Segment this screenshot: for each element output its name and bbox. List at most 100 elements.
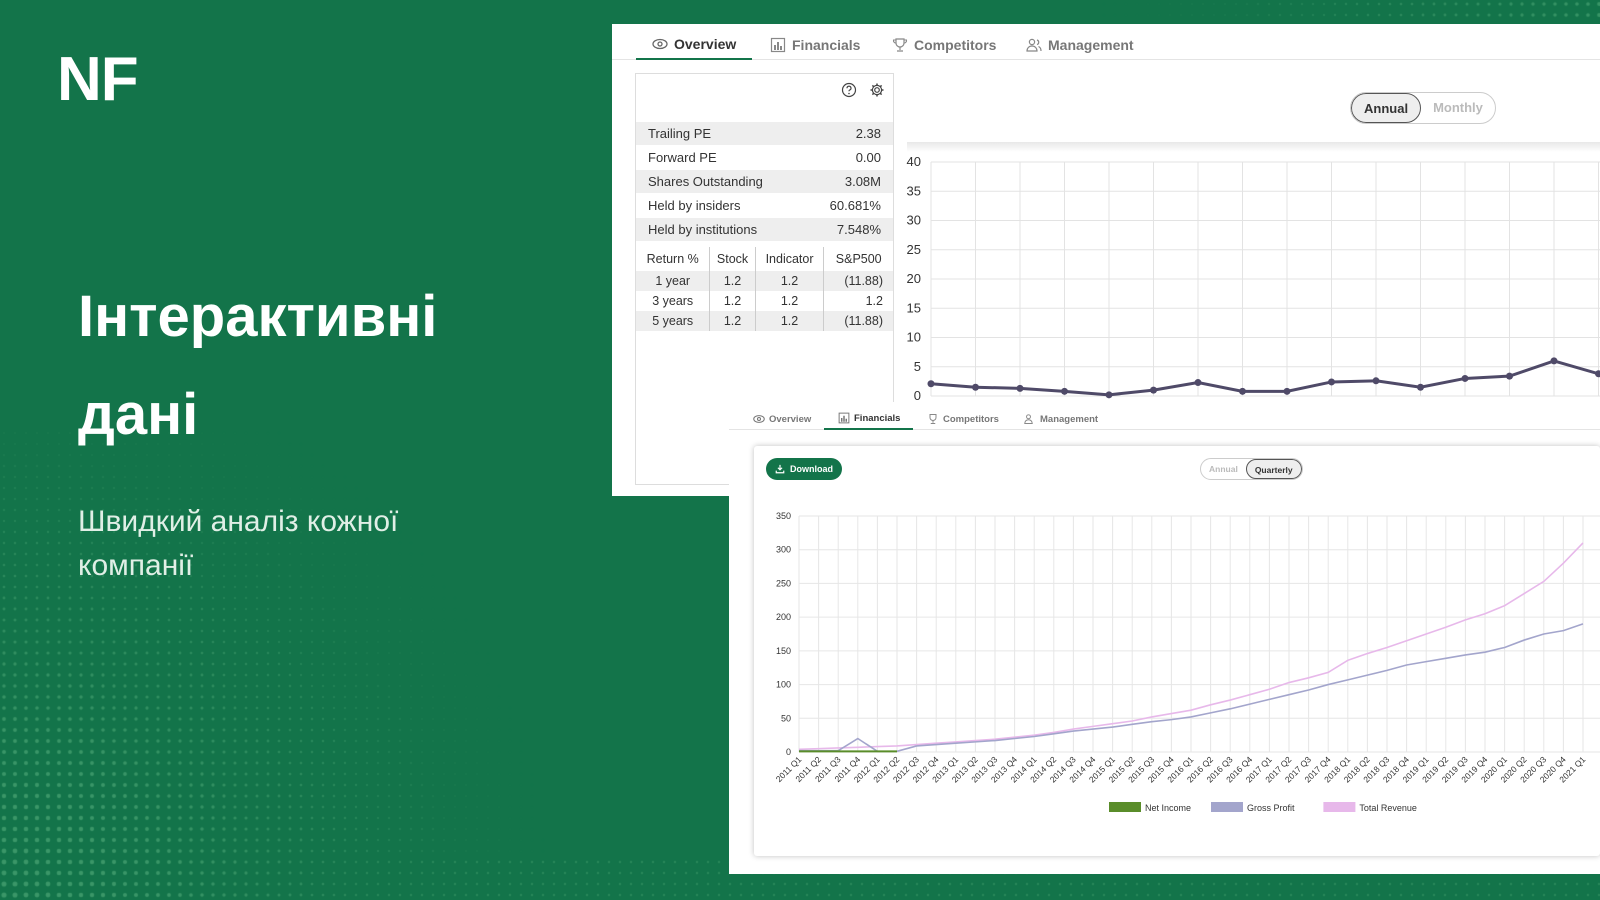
table-cell: 1.2 [754, 271, 824, 291]
y-tick-label: 300 [776, 545, 791, 555]
stat-value: 7.548% [836, 222, 881, 237]
stat-label: Held by institutions [648, 222, 758, 237]
data-point [1016, 384, 1024, 392]
returns-table: Return % Stock Indicator S&P500 1 year 1… [636, 247, 893, 331]
table-row: 3 years 1.2 1.2 1.2 [636, 291, 893, 311]
tab-financials[interactable]: Financials [824, 408, 913, 430]
stat-label: Shares Outstanding [648, 174, 763, 189]
stat-value: 0.00 [855, 150, 881, 165]
tab-label: Competitors [943, 413, 999, 425]
bar-chart-icon [838, 412, 850, 424]
table-cell: (11.88) [823, 271, 893, 291]
table-cell: 1.2 [754, 311, 824, 331]
stat-label: Held by insiders [648, 198, 741, 213]
headline-line-1: Інтерактивні [78, 284, 438, 349]
y-tick-label: 40 [907, 154, 921, 169]
legend-swatch [1109, 802, 1141, 812]
y-tick-label: 20 [907, 271, 921, 286]
stat-value: 60.681% [829, 198, 881, 213]
data-point [927, 380, 935, 388]
period-toggle: Annual Monthly [1350, 92, 1496, 124]
logo: NF [57, 45, 139, 114]
tab-label: Financials [854, 412, 901, 424]
tab-management[interactable]: Management [1024, 408, 1098, 430]
stat-trailing-pe: Trailing PE 2.38 [636, 122, 893, 146]
gear-icon[interactable] [869, 82, 885, 98]
tab-label: Management [1048, 37, 1134, 53]
stat-value: 2.38 [855, 126, 881, 141]
column-header: Return % [646, 252, 699, 266]
eye-icon [753, 415, 765, 423]
legend-label: Gross Profit [1247, 803, 1295, 813]
tab-competitors[interactable]: Competitors [892, 30, 996, 60]
y-tick-label: 200 [776, 612, 791, 622]
data-point [1550, 357, 1558, 365]
quarterly-line-chart: 0501001502002503003502011 Q12011 Q22011 … [774, 511, 1600, 813]
data-point [1105, 391, 1113, 399]
period-toggle: Annual Quarterly [1200, 458, 1303, 480]
y-tick-label: 30 [907, 213, 921, 228]
data-point [1506, 372, 1513, 380]
download-button[interactable]: Download [766, 458, 842, 480]
annual-toggle-button[interactable]: Annual [1351, 93, 1422, 123]
y-tick-label: 150 [776, 646, 791, 656]
financials-chart-card: Download Annual Quarterly 0 50 100 150 200 25… [754, 446, 1600, 856]
monthly-toggle-button[interactable]: Monthly [1421, 93, 1495, 123]
y-tick-label: 250 [776, 578, 791, 588]
y-tick-label: 0 [786, 747, 791, 757]
data-point [1061, 387, 1068, 395]
data-point [1461, 374, 1469, 382]
data-point [972, 383, 979, 391]
y-tick-label: 15 [907, 300, 921, 315]
column-header: Stock [709, 247, 756, 271]
table-cell: (11.88) [823, 311, 893, 331]
table-cell: 1.2 [709, 291, 756, 311]
subline: Швидкий аналіз кожної компанії [78, 505, 399, 582]
tab-financials[interactable]: Financials [770, 30, 860, 60]
y-tick-label: 100 [776, 680, 791, 690]
users-icon [1026, 38, 1042, 52]
data-point [1417, 383, 1424, 391]
headline-line-2: дані [78, 382, 199, 447]
stat-held-by-insiders: Held by insiders 60.681% [636, 194, 893, 218]
headline: Інтерактивні дані [78, 268, 548, 464]
table-row: 1 year 1.2 1.2 (11.88) [636, 271, 893, 291]
table-cell: 1.2 [823, 291, 893, 311]
tab-bar: Overview Financials Competitors Manageme… [729, 402, 1600, 430]
tab-label: Overview [769, 413, 812, 425]
trophy-icon [892, 38, 908, 52]
column-header: S&P500 [823, 247, 893, 271]
stat-label: Trailing PE [648, 126, 712, 141]
quarterly-toggle-button[interactable]: Quarterly [1245, 459, 1302, 479]
legend-label: Total Revenue [1359, 803, 1417, 813]
y-tick-label: 5 [914, 359, 921, 374]
panel-divider [907, 142, 1600, 152]
help-icon[interactable] [841, 82, 857, 98]
legend-label: Net Income [1145, 803, 1191, 813]
tab-competitors[interactable]: Competitors [927, 408, 999, 430]
data-point [1239, 387, 1246, 395]
download-icon [775, 464, 785, 474]
table-cell: 1 year [636, 271, 710, 291]
trophy-icon [929, 414, 937, 424]
bar-chart-icon [770, 37, 786, 53]
eye-icon [652, 38, 668, 50]
stat-value: 3.08M [844, 174, 881, 189]
tab-bar: Overview Financials Competitors Manageme… [612, 24, 1600, 60]
annual-toggle-button[interactable]: Annual [1201, 459, 1246, 479]
tab-overview[interactable]: Overview [753, 408, 811, 430]
series-line [930, 359, 1600, 397]
tab-overview[interactable]: Overview [636, 30, 752, 60]
legend-swatch [1323, 802, 1356, 812]
column-header: Indicator [754, 247, 824, 271]
stat-held-by-institutions: Held by institutions 7.548% [636, 218, 893, 242]
data-point [1283, 387, 1291, 395]
download-label: Download [790, 464, 833, 474]
table-cell: 3 years [636, 291, 710, 311]
y-tick-label: 50 [781, 713, 791, 723]
tab-management[interactable]: Management [1026, 30, 1134, 60]
data-point [1328, 378, 1335, 386]
legend-swatch [1211, 802, 1243, 812]
table-row: 5 years 1.2 1.2 (11.88) [636, 311, 893, 331]
y-tick-label: 25 [907, 242, 921, 257]
